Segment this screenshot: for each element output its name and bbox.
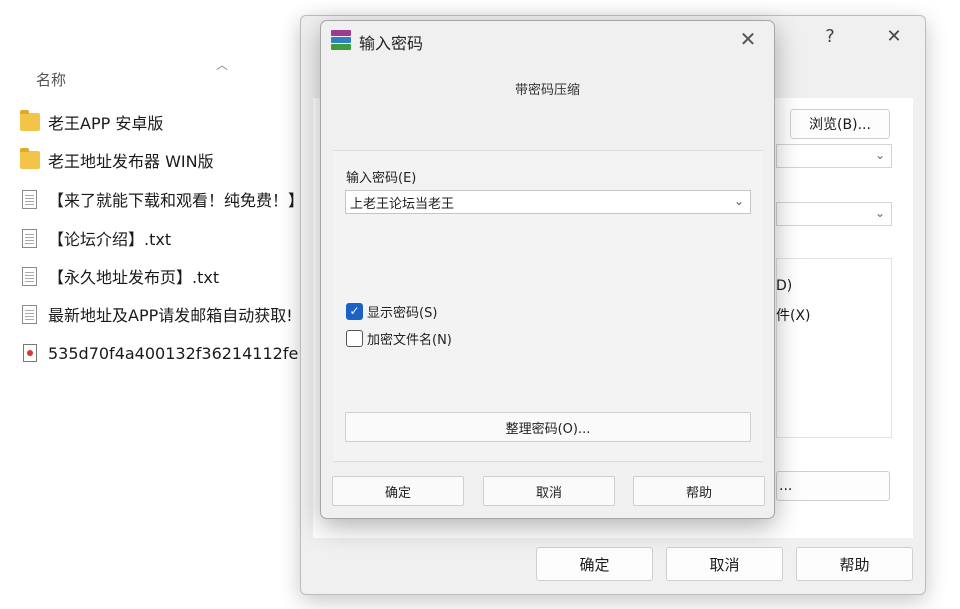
organize-passwords-button[interactable]: 整理密码(O)...: [345, 412, 751, 442]
file-name: 【永久地址发布页】.txt: [48, 268, 220, 287]
option-label-fragment[interactable]: D): [776, 278, 792, 294]
chevron-down-icon: ⌄: [874, 148, 885, 162]
dialog-subtitle: 带密码压缩: [514, 83, 580, 98]
chevron-down-icon: ⌄: [874, 206, 885, 220]
help-icon[interactable]: ?: [817, 24, 843, 50]
document-icon: [22, 189, 37, 209]
list-item[interactable]: 【来了就能下载和观看！纯免费！】: [20, 185, 310, 213]
encrypt-filenames-label: 加密文件名(N): [367, 332, 452, 348]
close-icon[interactable]: ✕: [736, 27, 760, 51]
document-icon: [22, 266, 37, 286]
chevron-down-icon[interactable]: ⌄: [734, 194, 744, 208]
encrypt-filenames-checkbox[interactable]: 加密文件名(N): [346, 328, 452, 348]
password-dialog: 输入密码 ✕ 带密码压缩 输入密码(E) ⌄ ✓ 显示密码(S) 加密文件名(N…: [320, 20, 775, 519]
file-name: 老王地址发布器 WIN版: [48, 152, 214, 171]
password-input[interactable]: [346, 191, 726, 213]
folder-icon: [20, 148, 40, 169]
update-mode-combo[interactable]: ⌄: [776, 202, 892, 226]
help-button[interactable]: 帮助: [796, 547, 913, 581]
help-button[interactable]: 帮助: [633, 476, 765, 506]
cancel-button[interactable]: 取消: [666, 547, 783, 581]
list-item[interactable]: 【永久地址发布页】.txt: [20, 262, 310, 290]
cancel-button[interactable]: 取消: [483, 476, 615, 506]
document-icon: [22, 228, 37, 248]
close-icon[interactable]: ✕: [881, 24, 907, 50]
checkbox-checked-icon[interactable]: ✓: [346, 302, 363, 320]
archive-name-combo[interactable]: ⌄: [776, 144, 892, 168]
list-item[interactable]: 【论坛介绍】.txt: [20, 224, 310, 252]
ok-button[interactable]: 确定: [332, 476, 464, 506]
document-icon: [22, 304, 37, 324]
show-password-label: 显示密码(S): [367, 305, 438, 321]
folder-icon: [20, 110, 40, 131]
password-label: 输入密码(E): [346, 171, 417, 186]
title-bar[interactable]: 输入密码 ✕: [321, 21, 774, 59]
show-password-checkbox[interactable]: ✓ 显示密码(S): [346, 301, 437, 321]
list-item[interactable]: 535d70f4a400132f36214112fe1f: [20, 339, 310, 367]
chevron-up-icon[interactable]: ︿: [216, 56, 228, 73]
dialog-title: 输入密码: [359, 34, 424, 53]
list-item[interactable]: 最新地址及APP请发邮箱自动获取!: [20, 300, 310, 328]
media-file-icon: [23, 344, 37, 362]
list-item[interactable]: 老王地址发布器 WIN版: [20, 146, 310, 174]
set-password-button[interactable]: ...: [776, 471, 890, 501]
password-combo[interactable]: ⌄: [345, 190, 751, 214]
browse-button[interactable]: 浏览(B)...: [790, 109, 890, 139]
file-name: 535d70f4a400132f36214112fe1f: [48, 343, 310, 363]
options-group: [776, 258, 892, 438]
file-name: 【论坛介绍】.txt: [48, 230, 172, 249]
list-item[interactable]: 老王APP 安卓版: [20, 108, 310, 136]
column-header-name[interactable]: 名称: [36, 69, 66, 90]
option-label-fragment[interactable]: 件(X): [776, 305, 811, 325]
checkbox-unchecked-icon[interactable]: [346, 329, 363, 347]
ok-button[interactable]: 确定: [536, 547, 653, 581]
file-name: 最新地址及APP请发邮箱自动获取!: [48, 306, 293, 325]
winrar-logo-icon: [331, 30, 351, 50]
file-name: 老王APP 安卓版: [48, 114, 164, 133]
file-name: 【来了就能下载和观看！纯免费！】: [48, 191, 305, 210]
